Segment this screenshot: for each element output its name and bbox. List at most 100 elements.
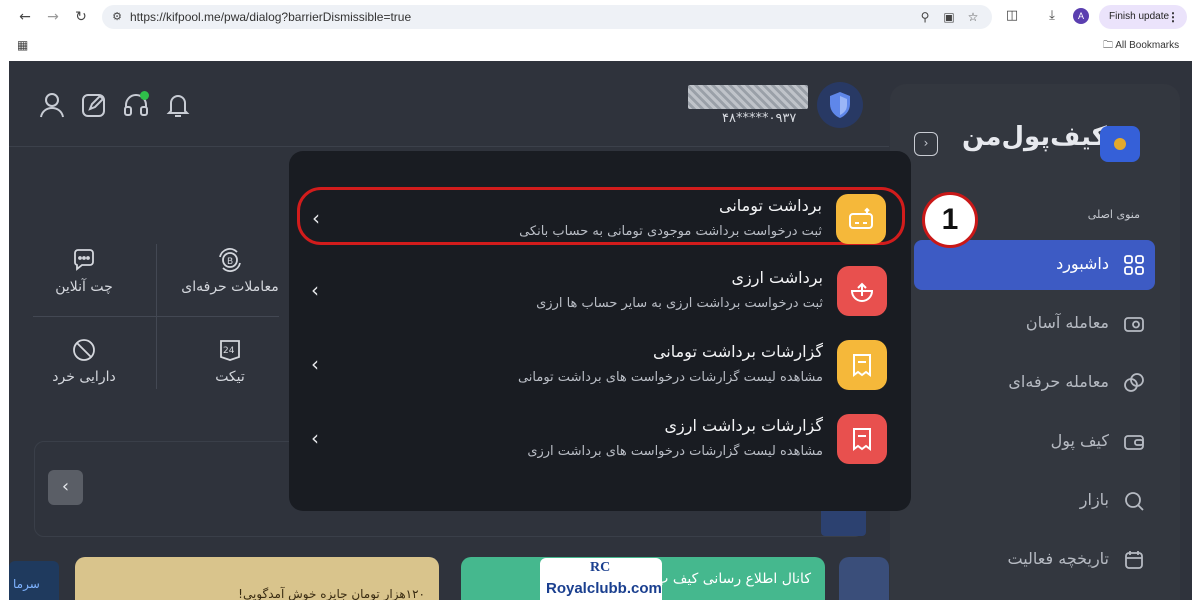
option-description: ثبت درخواست برداشت موجودی تومانی به حساب… <box>519 224 822 239</box>
step-number-badge: 1 <box>922 192 978 248</box>
quick-action-label: معاملات حرفه‌ای <box>181 279 279 295</box>
forward-icon[interactable]: → <box>44 8 62 26</box>
folder-icon: 🗀 <box>1103 40 1113 51</box>
withdraw-dialog: برداشت تومانی ثبت درخواست برداشت موجودی … <box>289 151 911 511</box>
apps-grid-icon[interactable]: ▦ <box>17 38 31 52</box>
bitcoin-exchange-icon: B <box>217 247 243 273</box>
option-title: برداشت تومانی <box>718 196 822 215</box>
brand-logo-text: کیف‌پول‌من <box>962 122 1107 152</box>
chat-icon <box>71 247 97 273</box>
option-title: گزارشات برداشت ارزی <box>664 416 823 435</box>
app-viewport: ۰۹۳۷*****۴۸ › کیف‌پول‌من منوی اصلی داشبو… <box>9 61 1192 600</box>
wallet-icon <box>1123 431 1145 453</box>
all-bookmarks-button[interactable]: 🗀 All Bookmarks <box>1103 38 1179 55</box>
site-info-icon[interactable]: ⚙ <box>108 8 126 26</box>
sidebar-item-label: معامله آسان <box>1025 313 1109 332</box>
sidebar-item-label: تاریخچه فعالیت <box>1007 549 1109 568</box>
bookmark-star-icon[interactable]: ☆ <box>964 8 982 26</box>
user-phone: ۰۹۳۷*****۴۸ <box>722 111 797 126</box>
ticket-24-icon: 24 <box>217 337 243 363</box>
bookmarks-bar: ▦ 🗀 All Bookmarks <box>0 33 1200 57</box>
chevron-left-icon: ‹ <box>311 278 319 302</box>
svg-text:24: 24 <box>223 346 235 356</box>
toman-report-icon <box>837 340 887 390</box>
sidebar-item-label: معامله حرفه‌ای <box>1008 372 1109 391</box>
sidebar-item-market[interactable]: بازار <box>914 476 1155 526</box>
download-icon[interactable]: ⤓ <box>1042 6 1062 26</box>
market-icon <box>1123 490 1145 512</box>
chevron-left-icon: ‹ <box>311 352 319 376</box>
sidebar-collapse-button[interactable]: › <box>914 132 938 156</box>
shield-icon <box>830 92 850 118</box>
brand-logo-icon <box>1100 126 1140 162</box>
extensions-icon[interactable]: ◫ <box>1002 6 1022 26</box>
banner-edge[interactable]: سرما <box>9 561 59 600</box>
back-icon[interactable]: ← <box>16 8 34 26</box>
header-divider <box>9 146 889 147</box>
quick-action-label: دارایی خرد <box>52 369 116 385</box>
sidebar-item-wallet[interactable]: کیف پول <box>914 417 1155 467</box>
option-title: برداشت ارزی <box>731 268 823 287</box>
quick-action-chat[interactable]: چت آنلاین <box>29 237 139 317</box>
crypto-withdraw-icon <box>837 266 887 316</box>
profile-avatar[interactable]: A <box>1073 8 1089 24</box>
user-avatar[interactable] <box>817 82 863 128</box>
banner-welcome-text: ۱۲۰هزار تومان جایزه خوش آمدگویی! <box>238 587 425 600</box>
slider-prev-button[interactable]: ‹ <box>48 470 83 505</box>
sidebar-item-easy-trade[interactable]: معامله آسان <box>914 299 1155 349</box>
quick-action-label: چت آنلاین <box>55 279 113 295</box>
url-text: https://kifpool.me/pwa/dialog?barrierDis… <box>130 10 412 24</box>
more-menu-icon: ⋮ <box>1167 10 1179 24</box>
notification-bell-icon[interactable] <box>163 90 193 120</box>
history-icon <box>1123 549 1145 571</box>
menu-caption: منوی اصلی <box>1087 208 1140 221</box>
option-crypto-reports[interactable]: گزارشات برداشت ارزی مشاهده لیست گزارشات … <box>299 410 903 470</box>
option-crypto-withdraw[interactable]: برداشت ارزی ثبت درخواست برداشت ارزی به س… <box>299 262 903 322</box>
install-app-icon[interactable]: ▣ <box>940 8 958 26</box>
sidebar: › کیف‌پول‌من منوی اصلی داشبورد معامله آس… <box>890 84 1180 600</box>
quick-action-pro-trades[interactable]: B معاملات حرفه‌ای <box>175 237 285 317</box>
pro-trade-icon <box>1123 372 1145 394</box>
redacted-username <box>688 85 808 109</box>
quick-action-small-assets[interactable]: دارایی خرد <box>29 327 139 407</box>
banner-edge-text: سرما <box>13 577 40 591</box>
sidebar-item-pro-trade[interactable]: معامله حرفه‌ای <box>914 358 1155 408</box>
option-toman-withdraw[interactable]: برداشت تومانی ثبت درخواست برداشت موجودی … <box>297 187 905 245</box>
finish-update-button[interactable]: Finish update ⋮ <box>1099 5 1187 29</box>
option-description: مشاهده لیست گزارشات درخواست های برداشت ا… <box>527 444 823 459</box>
option-toman-reports[interactable]: گزارشات برداشت تومانی مشاهده لیست گزارشا… <box>299 336 903 396</box>
watermark-mark: RC <box>590 560 611 575</box>
online-status-dot <box>140 91 149 100</box>
browser-chrome: ← → ↻ ⚙ https://kifpool.me/pwa/dialog?ba… <box>0 0 1200 60</box>
banner-next[interactable] <box>839 557 889 600</box>
option-description: ثبت درخواست برداشت ارزی به سایر حساب ها … <box>536 296 823 311</box>
finish-update-label: Finish update <box>1109 11 1170 22</box>
all-bookmarks-label: All Bookmarks <box>1115 40 1180 51</box>
watermark-site: Royalclubb.com <box>546 580 662 597</box>
chevron-left-icon: ‹ <box>312 206 320 230</box>
step-number: 1 <box>941 203 959 236</box>
quick-action-ticket[interactable]: 24 تیکت <box>175 327 285 407</box>
crypto-report-icon <box>837 414 887 464</box>
reload-icon[interactable]: ↻ <box>72 8 90 26</box>
quick-action-label: تیکت <box>215 369 245 385</box>
option-title: گزارشات برداشت تومانی <box>652 342 823 361</box>
sidebar-item-history[interactable]: تاریخچه فعالیت <box>914 535 1155 585</box>
banner-news-text: کانال اطلاع رسانی کیف پ <box>655 571 811 587</box>
banner-welcome-prize[interactable]: ۱۲۰هزار تومان جایزه خوش آمدگویی! <box>75 557 439 600</box>
sidebar-item-label: داشبورد <box>1056 254 1109 273</box>
watermark-logo: RC Royalclubb.com <box>540 558 662 600</box>
dashboard-icon <box>1123 254 1145 276</box>
easy-trade-icon <box>1123 313 1145 335</box>
svg-text:B: B <box>227 257 233 267</box>
chevron-left-icon: ‹ <box>311 426 319 450</box>
sidebar-item-label: بازار <box>1079 490 1109 509</box>
zoom-icon[interactable]: ⚲ <box>916 8 934 26</box>
user-profile-icon[interactable] <box>37 90 67 120</box>
toman-withdraw-icon <box>836 194 886 244</box>
small-assets-icon <box>71 337 97 363</box>
address-bar[interactable]: ⚙ https://kifpool.me/pwa/dialog?barrierD… <box>102 5 992 29</box>
edit-icon[interactable] <box>79 90 109 120</box>
sidebar-item-label: کیف پول <box>1050 431 1109 450</box>
option-description: مشاهده لیست گزارشات درخواست های برداشت ت… <box>517 370 823 385</box>
